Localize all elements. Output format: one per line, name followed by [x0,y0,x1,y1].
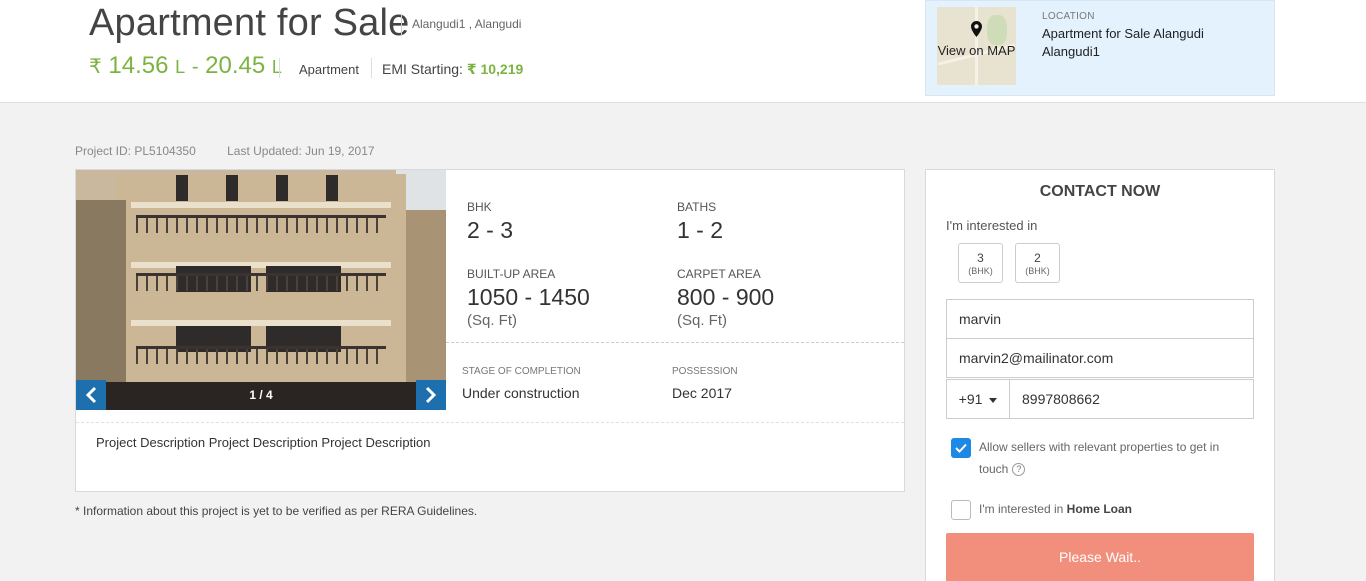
view-on-map-label: View on MAP [937,43,1016,58]
price-max-unit: L [271,57,282,77]
bhk-label: BHK [467,200,492,214]
home-loan-label: I'm interested in Home Loan [979,498,1132,520]
allow-sellers-label: Allow sellers with relevant properties t… [979,436,1239,480]
builtup-area-value: 1050 - 1450 [467,284,590,310]
carpet-area-unit: (Sq. Ft) [677,312,728,329]
baths-label: BATHS [677,200,717,214]
photo-window [226,175,238,201]
project-photo-carousel[interactable] [76,170,446,410]
possession-label: POSSESSION [672,366,738,377]
price-min-unit: L [175,57,186,77]
builtup-area-label: BUILT-UP AREA [467,267,556,281]
carpet-area-label: CARPET AREA [677,267,761,281]
property-type: Apartment [299,62,359,77]
price-max: 20.45 [205,52,266,79]
builtup-area-unit: (Sq. Ft) [467,312,518,329]
divider [446,342,904,343]
project-id: Project ID: PL5104350 [75,144,196,158]
stage-label: STAGE OF COMPLETION [462,366,581,377]
emi-info: EMI Starting: ₹ 10,219 [382,61,523,78]
price-separator: - [191,56,199,78]
bhk-option-sub: (BHK) [1025,266,1050,276]
divider [371,58,372,78]
stage-value: Under construction [462,385,580,401]
photo-window [326,175,338,201]
photo-window [176,175,188,201]
home-loan-checkbox[interactable] [951,500,971,520]
help-icon[interactable]: ? [1012,463,1026,477]
photo-shadow [76,200,126,410]
interest-label: I'm interested in [946,218,1038,233]
photo-floor-slab [131,262,391,268]
divider [279,58,280,78]
photo-railing [136,346,386,364]
view-on-map-button[interactable]: View on MAP [937,7,1016,85]
contact-panel: CONTACT NOW I'm interested in 3 (BHK) 2 … [925,169,1275,581]
country-code-select[interactable]: +91 [947,380,1010,418]
country-code-value: +91 [958,391,983,407]
caret-down-icon [989,397,998,403]
home-loan-bold: Home Loan [1066,502,1133,516]
phone-field-group: +91 8997808662 [946,379,1254,419]
photo-floor-slab [131,320,391,326]
chevron-right-icon [425,386,437,404]
carpet-area-value: 800 - 900 [677,284,775,310]
divider [401,15,402,35]
photo-window [276,175,288,201]
next-photo-button[interactable] [416,380,446,410]
project-card: 1 / 4 BHK 2 - 3 BATHS 1 - 2 BUILT-UP ARE… [75,169,905,492]
photo-railing [136,215,386,233]
photo-floor-slab [131,202,391,208]
contact-title: CONTACT NOW [1039,183,1161,200]
phone-input[interactable]: 8997808662 [1022,380,1100,418]
location-heading: LOCATION [1042,11,1095,22]
currency-symbol: ₹ [89,56,102,78]
divider [76,422,904,423]
bhk-option-number: 3 [977,251,984,265]
bhk-option-sub: (BHK) [968,266,993,276]
bhk-value: 2 - 3 [467,217,514,243]
photo-counter: 1 / 4 [249,388,273,402]
emi-label: EMI Starting: [382,61,463,77]
bhk-option-number: 2 [1034,251,1041,265]
submit-button[interactable]: Please Wait.. [946,533,1254,581]
rera-note: * Information about this project is yet … [75,504,478,518]
bhk-option-2[interactable]: 2 (BHK) [1015,243,1060,283]
location-short: Alangudi1 , Alangudi [412,17,522,31]
allow-sellers-checkbox[interactable] [951,438,971,458]
project-meta: Project ID: PL5104350 Last Updated: Jun … [75,144,375,158]
last-updated: Last Updated: Jun 19, 2017 [227,144,375,158]
possession-value: Dec 2017 [672,385,732,401]
baths-value: 1 - 2 [677,217,724,243]
map-park-area [987,15,1007,45]
project-description: Project Description Project Description … [96,435,431,450]
page-title: Apartment for Sale [89,2,410,44]
emi-value: ₹ 10,219 [466,61,524,77]
price-range: ₹ 14.56 L - 20.45 L [89,52,282,80]
photo-building [116,174,406,410]
home-loan-prefix: I'm interested in [979,502,1064,516]
checkmark-icon [955,443,967,453]
bhk-option-3[interactable]: 3 (BHK) [958,243,1003,283]
location-text: Apartment for Sale Alangudi Alangudi1 [1042,26,1204,59]
price-min: 14.56 [108,52,169,79]
photo-railing [136,273,386,291]
email-field[interactable]: marvin2@mailinator.com [946,338,1254,378]
location-box: View on MAP LOCATION Apartment for Sale … [925,0,1275,96]
map-pin-icon [971,21,982,37]
name-field[interactable]: marvin [946,299,1254,339]
